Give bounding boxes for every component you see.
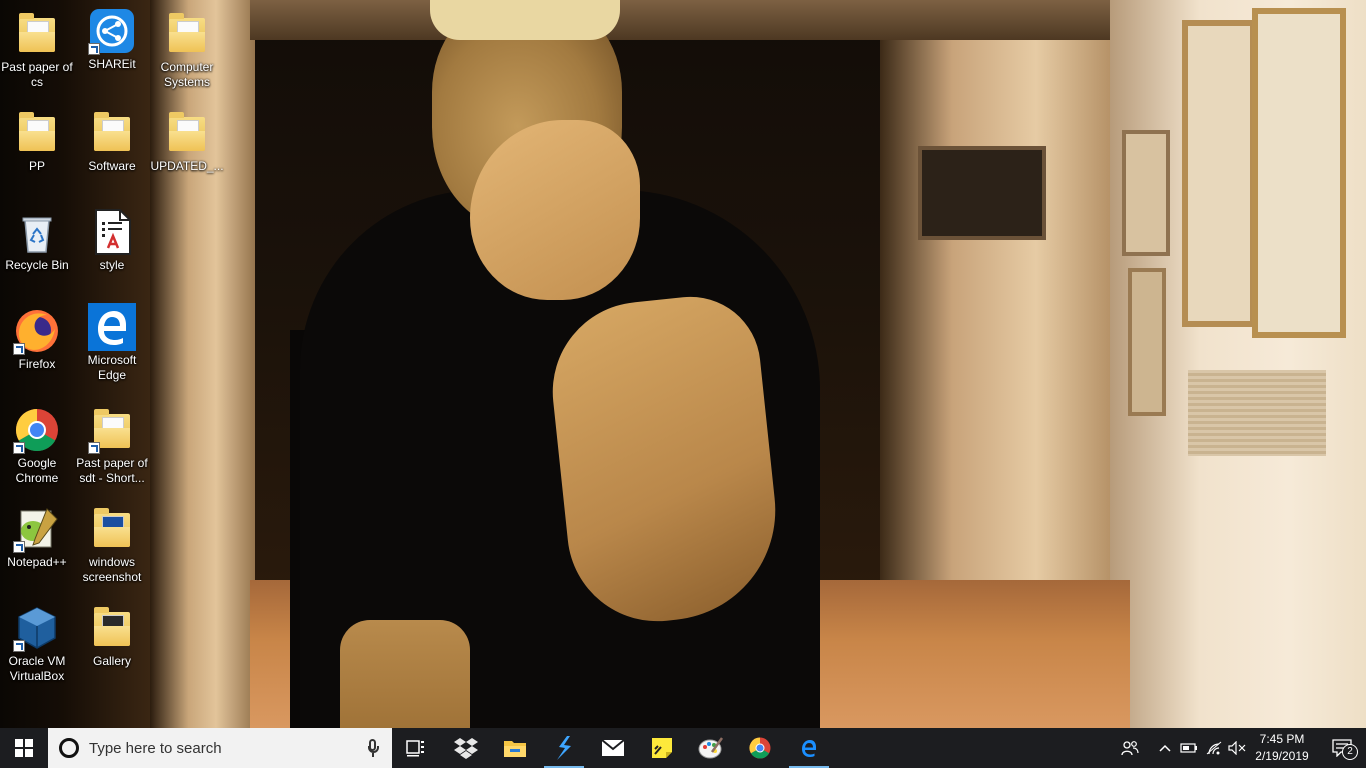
desktop-icon-style[interactable]: style (75, 208, 149, 273)
task-view-icon (406, 740, 424, 757)
desktop-icon-updated[interactable]: UPDATED_... (150, 109, 224, 174)
desktop-icon-label: Oracle VM VirtualBox (8, 654, 66, 683)
people-button[interactable] (1116, 728, 1144, 768)
clock-time: 7:45 PM (1259, 732, 1305, 746)
desktop-icon-microsoft-edge[interactable]: Microsoft Edge (75, 303, 149, 383)
taskbar-app-chrome[interactable] (736, 728, 784, 768)
desktop-icon-label: Firefox (18, 357, 56, 371)
edge-icon (802, 740, 816, 757)
folder-icon (13, 10, 61, 58)
desktop-icon-computer-systems[interactable]: Computer Systems (150, 10, 224, 90)
desktop-icon-label: SHAREit (88, 57, 136, 71)
desktop-icon-label: Computer Systems (160, 60, 214, 89)
desktop-icon-label: Microsoft Edge (87, 353, 137, 382)
desktop-icon-label: Gallery (92, 654, 131, 668)
volume-button[interactable] (1226, 728, 1248, 768)
desktop-icon-software[interactable]: Software (75, 109, 149, 174)
desktop-icon-google-chrome[interactable]: Google Chrome (0, 406, 74, 486)
taskbar-search-box[interactable]: Type here to search (48, 728, 392, 768)
recycle-bin-icon (13, 208, 61, 256)
desktop-icon-virtualbox[interactable]: Oracle VM VirtualBox (0, 604, 74, 684)
task-view-button[interactable] (392, 728, 440, 768)
edge-icon (88, 303, 136, 351)
mail-icon (601, 739, 625, 756)
clock-date: 2/19/2019 (1255, 749, 1309, 763)
taskbar-app-edge[interactable] (785, 728, 833, 768)
desktop-icon-label: style (99, 258, 125, 272)
visual-studio-icon (557, 736, 571, 760)
desktop-icon-label: Past paper of sdt - Short... (76, 456, 148, 485)
desktop-icon-firefox[interactable]: Firefox (0, 307, 74, 372)
notification-icon: 2 (1332, 739, 1358, 760)
folder-icon (88, 604, 136, 652)
taskbar-app-mail[interactable] (589, 728, 637, 768)
taskbar-app-sticky-notes[interactable] (638, 728, 686, 768)
chrome-icon (749, 737, 771, 759)
people-icon (1121, 741, 1139, 756)
desktop-icon-shareit[interactable]: SHAREit (75, 7, 149, 72)
wifi-icon (1206, 741, 1222, 755)
search-placeholder: Type here to search (89, 739, 222, 757)
desktop-icon-past-paper-cs[interactable]: Past paper of cs (0, 10, 74, 90)
sticky-notes-icon (652, 738, 672, 758)
chrome-icon (13, 406, 61, 454)
chevron-up-icon (1159, 744, 1171, 752)
folder-icon (163, 109, 211, 157)
pdf-file-icon (88, 208, 136, 256)
desktop-icon-notepadpp[interactable]: Notepad++ (0, 505, 74, 570)
folder-icon (504, 741, 526, 757)
desktop-icon-label: UPDATED_... (150, 159, 224, 173)
notification-count-badge: 2 (1342, 744, 1358, 760)
desktop-icon-past-paper-sdt-shortcut[interactable]: Past paper of sdt - Short... (75, 406, 149, 486)
clock[interactable]: 7:45 PM 2/19/2019 (1250, 728, 1314, 768)
battery-icon (1180, 743, 1197, 753)
folder-shortcut-icon (88, 406, 136, 454)
microphone-icon[interactable] (360, 728, 386, 768)
desktop-icon-label: Google Chrome (15, 456, 59, 485)
folder-icon (13, 109, 61, 157)
start-button[interactable] (0, 728, 48, 768)
desktop-icon-recycle-bin[interactable]: Recycle Bin (0, 208, 74, 273)
taskbar-app-paint[interactable] (687, 728, 735, 768)
desktop-icon-gallery[interactable]: Gallery (75, 604, 149, 669)
virtualbox-icon (13, 604, 61, 652)
dropbox-icon (454, 738, 478, 759)
cortana-icon (59, 738, 79, 758)
folder-icon (88, 109, 136, 157)
windows-logo-icon (15, 739, 33, 757)
taskbar-app-dropbox[interactable] (442, 728, 490, 768)
desktop-icon-label: Recycle Bin (5, 258, 69, 272)
taskbar: Type here to search 7:45 PM 2/19/2019 2 (0, 728, 1366, 768)
volume-muted-icon (1228, 741, 1246, 755)
paint-icon (698, 737, 724, 759)
folder-icon (163, 10, 211, 58)
desktop-icon-label: Past paper of cs (1, 60, 73, 89)
battery-button[interactable] (1178, 728, 1200, 768)
wifi-button[interactable] (1202, 728, 1226, 768)
desktop-icon-windows-screenshot[interactable]: windows screenshot (75, 505, 149, 585)
firefox-icon (13, 307, 61, 355)
shareit-icon (88, 7, 136, 55)
folder-icon (88, 505, 136, 553)
taskbar-app-file-explorer[interactable] (491, 728, 539, 768)
desktop-icon-label: Software (88, 159, 136, 173)
desktop-icon-label: windows screenshot (82, 555, 142, 584)
action-center-button[interactable]: 2 (1318, 728, 1366, 768)
show-hidden-icons-button[interactable] (1154, 728, 1176, 768)
taskbar-app-visual-studio[interactable] (540, 728, 588, 768)
desktop-icon-pp[interactable]: PP (0, 109, 74, 174)
notepadpp-icon (13, 505, 61, 553)
desktop-icon-label: PP (28, 159, 45, 173)
desktop-icon-label: Notepad++ (7, 555, 67, 569)
